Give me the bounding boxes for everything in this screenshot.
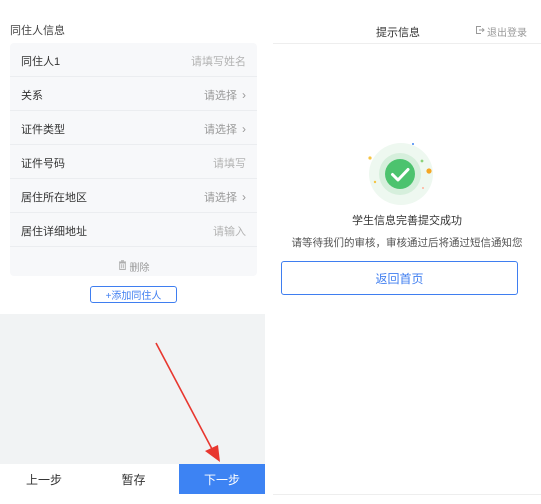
- placeholder-text: 请填写姓名: [191, 56, 246, 68]
- back-home-button[interactable]: 返回首页: [281, 261, 518, 295]
- resident-form-panel: 同住人信息 同住人1 请填写姓名 关系 请选择 › 证件类型 请选择 › 证件号码 …: [0, 0, 265, 504]
- placeholder-text: 请选择: [204, 90, 237, 102]
- form-row-relation[interactable]: 关系 请选择 ›: [10, 77, 257, 111]
- placeholder-text: 请填写: [213, 158, 246, 170]
- relation-select[interactable]: 请选择 ›: [204, 87, 246, 103]
- chevron-right-icon: ›: [242, 189, 246, 204]
- trash-icon: [118, 259, 127, 273]
- row-label: 证件号码: [21, 158, 65, 170]
- form-row-address[interactable]: 居住详细地址 请输入: [10, 213, 257, 247]
- address-input[interactable]: 请输入: [213, 223, 246, 239]
- logout-button[interactable]: 退出登录: [475, 24, 527, 39]
- success-check-icon: [368, 143, 433, 205]
- placeholder-text: 请选择: [204, 124, 237, 136]
- row-label: 居住所在地区: [21, 192, 87, 204]
- form-row-id-number[interactable]: 证件号码 请填写: [10, 145, 257, 179]
- delete-label: 删除: [129, 262, 150, 274]
- logout-icon: [475, 25, 485, 38]
- region-select[interactable]: 请选择 ›: [204, 189, 246, 205]
- chevron-right-icon: ›: [242, 87, 246, 102]
- form-row-id-type[interactable]: 证件类型 请选择 ›: [10, 111, 257, 145]
- result-header: 提示信息 退出登录: [273, 0, 541, 44]
- divider: [273, 494, 541, 495]
- id-type-select[interactable]: 请选择 ›: [204, 121, 246, 137]
- add-resident-button[interactable]: +添加同住人: [90, 286, 177, 303]
- row-label: 关系: [21, 90, 43, 102]
- prev-step-button[interactable]: 上一步: [0, 464, 88, 494]
- form-row-name[interactable]: 同住人1 请填写姓名: [10, 43, 257, 77]
- row-label: 居住详细地址: [21, 226, 87, 238]
- placeholder-text: 请输入: [213, 226, 246, 238]
- bottom-action-bar: 上一步 暂存 下一步: [0, 464, 265, 494]
- section-title: 同住人信息: [10, 25, 65, 37]
- form-row-region[interactable]: 居住所在地区 请选择 ›: [10, 179, 257, 213]
- next-step-button[interactable]: 下一步: [179, 464, 265, 494]
- empty-area: [0, 314, 265, 464]
- success-description: 请等待我们的审核，审核通过后将通过短信通知您: [291, 237, 523, 249]
- result-panel: 提示信息 退出登录 学生信息完善提交成功 请等待我们的审核，审核通过后将通过短信…: [273, 0, 541, 504]
- row-label: 同住人1: [21, 56, 61, 68]
- name-input[interactable]: 请填写姓名: [191, 53, 246, 69]
- resident-form-card: 同住人1 请填写姓名 关系 请选择 › 证件类型 请选择 › 证件号码 请填写 居住…: [10, 43, 257, 276]
- page-title: 提示信息: [376, 27, 420, 39]
- row-label: 证件类型: [21, 124, 65, 136]
- logout-label: 退出登录: [487, 28, 527, 39]
- save-draft-button[interactable]: 暂存: [88, 464, 179, 494]
- placeholder-text: 请选择: [204, 192, 237, 204]
- id-number-input[interactable]: 请填写: [213, 155, 246, 171]
- chevron-right-icon: ›: [242, 121, 246, 136]
- delete-resident-button[interactable]: 删除: [10, 257, 257, 275]
- success-title: 学生信息完善提交成功: [352, 215, 462, 227]
